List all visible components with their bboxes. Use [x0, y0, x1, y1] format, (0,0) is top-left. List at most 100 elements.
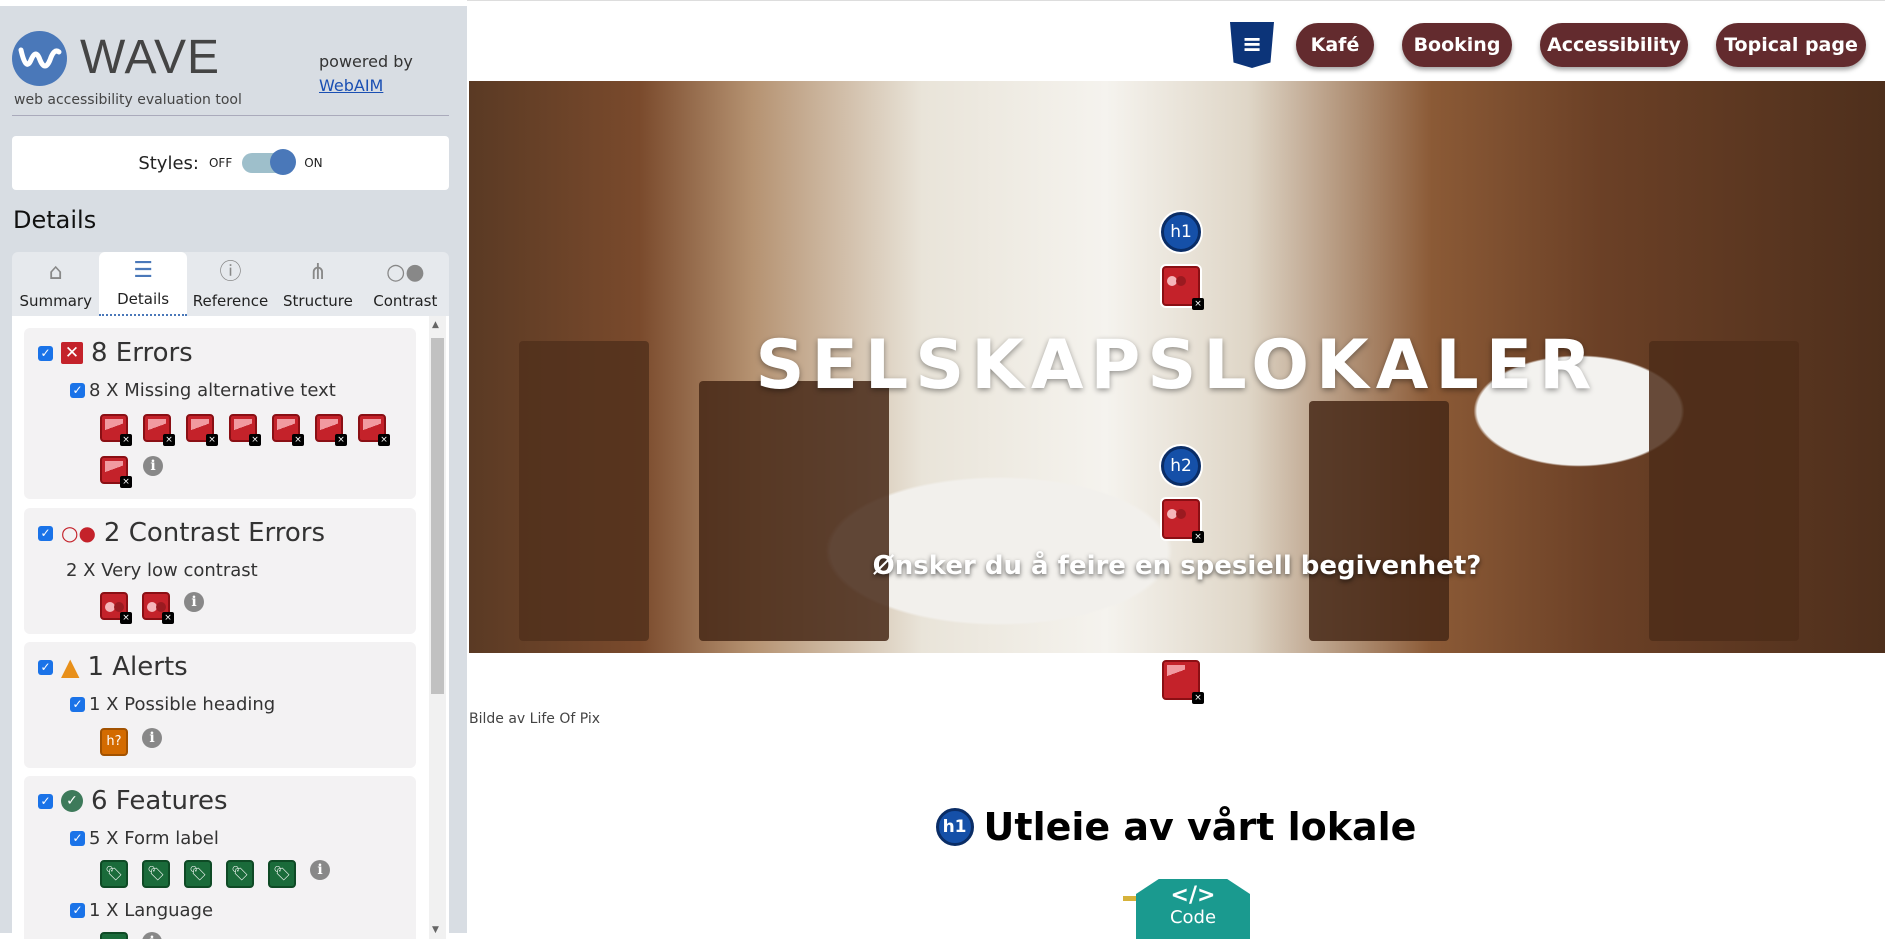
wave-logo-icon: [12, 31, 67, 86]
missing-alt-icon[interactable]: ×: [100, 414, 132, 446]
nav-booking[interactable]: Booking: [1402, 23, 1512, 67]
tab-summary[interactable]: ⌂ Summary: [12, 252, 99, 316]
wave-tagline: web accessibility evaluation tool: [14, 92, 242, 108]
features-card: ✓ ✓ 6 Features ✓ 5 X Form label 🏷 🏷 🏷 🏷 🏷 i…: [24, 776, 416, 939]
info-icon[interactable]: i: [142, 932, 162, 939]
tag-icon[interactable]: 🏷: [184, 860, 212, 888]
tab-contrast[interactable]: ○● Contrast: [362, 252, 449, 316]
hero-title: SELSKAPSLOKALER: [755, 326, 1599, 405]
code-icon: </>: [1170, 883, 1216, 908]
missing-alt-icon[interactable]: ×: [229, 414, 261, 446]
language-checkbox[interactable]: ✓: [70, 903, 85, 918]
tab-label: Reference: [192, 292, 269, 310]
info-icon[interactable]: i: [143, 456, 163, 476]
tab-structure[interactable]: ⋔ Structure: [274, 252, 361, 316]
powered-by-text: powered by: [319, 52, 413, 71]
missing-alt-icon[interactable]: ×: [100, 456, 132, 488]
nav-kafe[interactable]: Kafé: [1296, 23, 1374, 67]
tab-label: Contrast: [373, 292, 438, 310]
contrast-icon: ○●: [386, 260, 425, 285]
wave-tabs: ⌂ Summary ☰ Details ⓘ Reference ⋔ Structure …: [12, 252, 449, 316]
tab-label: Details: [117, 290, 170, 308]
tag-icon[interactable]: 🏷: [142, 860, 170, 888]
scrollbar[interactable]: ▲ ▼: [429, 316, 446, 939]
section-heading: h1 Utleie av vårt lokale: [467, 805, 1885, 849]
language-icon[interactable]: ◍: [100, 932, 128, 939]
wave-title: WAVE: [80, 31, 221, 84]
error-icon: ✕: [61, 342, 83, 364]
decorative-bar: [1123, 896, 1137, 901]
section-heading-text: Utleie av vårt lokale: [983, 805, 1417, 849]
contrast-checkbox[interactable]: ✓: [38, 525, 53, 541]
scroll-thumb[interactable]: [431, 338, 444, 694]
tab-label: Structure: [283, 292, 353, 310]
h2-badge-icon[interactable]: h2: [1161, 446, 1201, 486]
errors-checkbox[interactable]: ✓: [38, 345, 53, 361]
h1-badge-icon[interactable]: h1: [935, 808, 974, 846]
alerts-card: ✓ ▲ 1 Alerts ✓ 1 X Possible heading h? i: [24, 642, 416, 768]
hierarchy-icon: ⋔: [308, 260, 328, 285]
language-label: 1 X Language: [89, 900, 214, 921]
divider: [12, 115, 449, 116]
alerts-title: 1 Alerts: [87, 652, 188, 682]
missing-alt-icon[interactable]: ×: [315, 414, 347, 446]
low-contrast-icon[interactable]: ×: [100, 592, 132, 624]
styles-toggle-box: Styles: OFF ON: [12, 136, 449, 190]
code-button[interactable]: </> Code: [1136, 879, 1250, 939]
errors-card: ✓ ✕ 8 Errors ✓ 8 X Missing alternative text…: [24, 328, 416, 499]
info-icon: ⓘ: [219, 260, 242, 285]
check-circle-icon: ✓: [61, 790, 83, 812]
hero-subtitle: Ønsker du å feire en spesiell begivenhet…: [872, 551, 1482, 581]
info-icon[interactable]: i: [310, 860, 330, 880]
tab-details[interactable]: ☰ Details: [99, 252, 187, 316]
alert-icon: ▲: [61, 653, 80, 681]
code-label: Code: [1169, 907, 1217, 928]
contrast-icon: ○●: [61, 521, 96, 545]
nav-accessibility[interactable]: Accessibility: [1540, 23, 1688, 67]
tag-icon[interactable]: 🏷: [100, 860, 128, 888]
css-icon[interactable]: ≡: [1230, 22, 1274, 68]
styles-label: Styles:: [138, 152, 199, 174]
styles-off-label: OFF: [208, 156, 233, 170]
info-icon[interactable]: i: [184, 592, 204, 612]
missing-alt-checkbox[interactable]: ✓: [70, 383, 85, 398]
tag-icon[interactable]: 🏷: [226, 860, 254, 888]
tab-reference[interactable]: ⓘ Reference: [187, 252, 274, 316]
nav-topical-page[interactable]: Topical page: [1716, 23, 1866, 67]
scroll-up-icon[interactable]: ▲: [432, 320, 439, 330]
missing-alt-marker[interactable]: ×: [1162, 499, 1204, 543]
possible-heading-checkbox[interactable]: ✓: [70, 697, 85, 712]
hero-image: SELSKAPSLOKALER Ønsker du å feire en spe…: [469, 81, 1885, 653]
powered-by: powered by WebAIM: [319, 50, 413, 98]
possible-heading-icon[interactable]: h?: [100, 728, 128, 756]
missing-alt-marker[interactable]: ×: [1162, 660, 1204, 704]
form-label-label: 5 X Form label: [89, 828, 219, 849]
possible-heading-label: 1 X Possible heading: [89, 694, 276, 715]
styles-on-label: ON: [304, 156, 323, 170]
errors-title: 8 Errors: [91, 338, 193, 368]
tag-icon[interactable]: 🏷: [268, 860, 296, 888]
webaim-link[interactable]: WebAIM: [319, 76, 383, 95]
home-icon: ⌂: [48, 260, 63, 285]
form-label-checkbox[interactable]: ✓: [70, 831, 85, 846]
h1-badge-icon[interactable]: h1: [1161, 212, 1201, 252]
scroll-down-icon[interactable]: ▼: [432, 925, 439, 935]
info-icon[interactable]: i: [142, 728, 162, 748]
missing-alt-icon[interactable]: ×: [358, 414, 390, 446]
list-icon: ☰: [133, 258, 153, 283]
panel-heading: Details: [13, 206, 97, 234]
low-contrast-icon[interactable]: ×: [142, 592, 174, 624]
features-title: 6 Features: [91, 786, 228, 816]
features-checkbox[interactable]: ✓: [38, 793, 53, 809]
low-contrast-label: 2 X Very low contrast: [66, 560, 258, 581]
missing-alt-icon[interactable]: ×: [272, 414, 304, 446]
contrast-title: 2 Contrast Errors: [103, 518, 325, 548]
styles-toggle[interactable]: [242, 149, 297, 175]
image-caption: Bilde av Life Of Pix: [469, 711, 601, 727]
wave-sidebar: WAVE web accessibility evaluation tool p…: [0, 0, 467, 939]
alerts-checkbox[interactable]: ✓: [38, 659, 53, 675]
missing-alt-marker[interactable]: ×: [1162, 266, 1204, 310]
missing-alt-label: 8 X Missing alternative text: [89, 380, 336, 401]
missing-alt-icon[interactable]: ×: [186, 414, 218, 446]
missing-alt-icon[interactable]: ×: [143, 414, 175, 446]
